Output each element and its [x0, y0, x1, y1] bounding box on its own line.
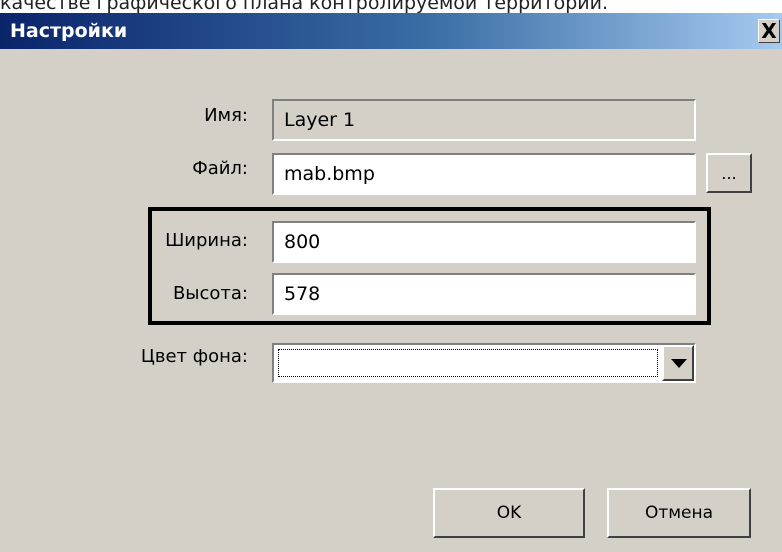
browse-button[interactable]: ... [706, 153, 752, 193]
cancel-button[interactable]: Отмена [607, 488, 751, 538]
file-label: Файл: [192, 158, 248, 179]
close-button[interactable]: X [758, 19, 780, 43]
width-field[interactable] [272, 221, 696, 263]
bg-color-value [278, 349, 658, 377]
dialog-titlebar: Настройки X [0, 13, 782, 49]
ok-button[interactable]: OK [433, 488, 585, 538]
dialog-title: Настройки [10, 20, 128, 42]
bg-color-dropdown-button[interactable] [662, 345, 694, 381]
name-label: Имя: [204, 105, 248, 126]
name-field[interactable] [272, 99, 696, 141]
chevron-down-icon [671, 359, 687, 368]
file-field[interactable] [272, 153, 696, 195]
height-field[interactable] [272, 273, 696, 315]
close-icon: X [761, 19, 777, 43]
width-label: Ширина: [165, 230, 248, 251]
page-caption: качестве графического плана контролируем… [0, 0, 782, 13]
bg-color-label: Цвет фона: [140, 346, 248, 367]
height-label: Высота: [172, 283, 248, 304]
bg-color-select[interactable] [272, 343, 696, 383]
